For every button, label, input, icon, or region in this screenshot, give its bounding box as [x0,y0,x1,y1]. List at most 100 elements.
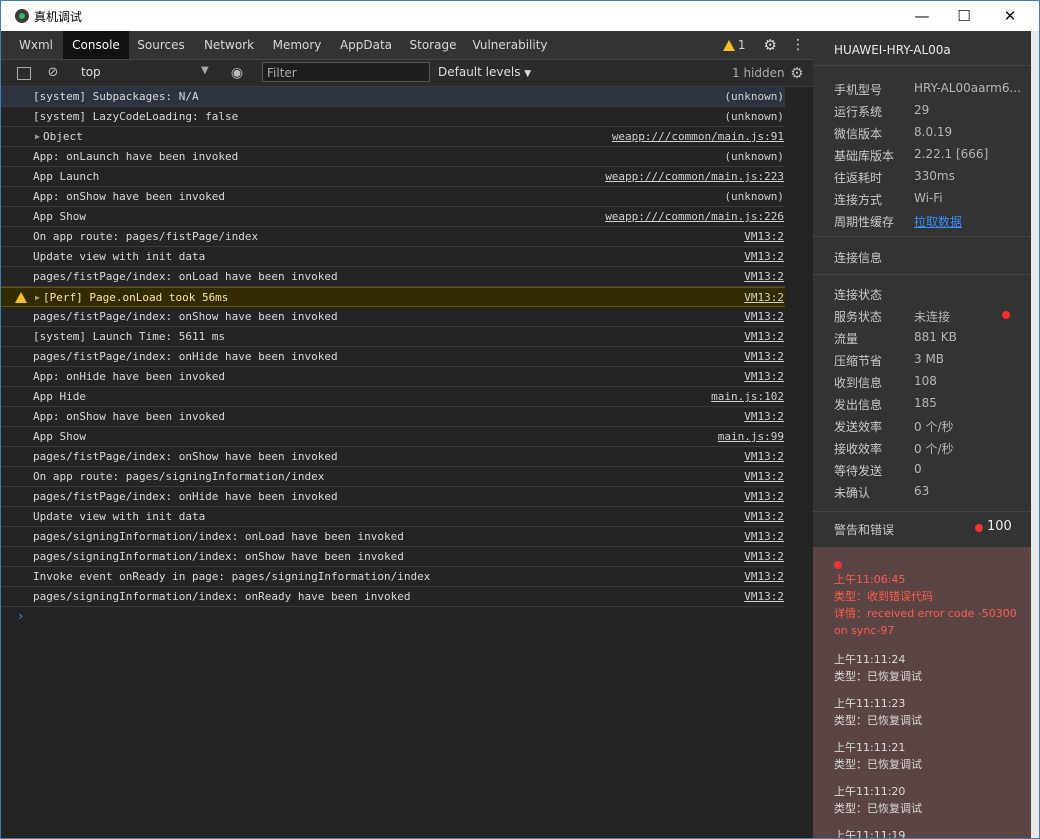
clear-console-icon[interactable]: ⊘ [45,65,61,81]
console-scrollbar[interactable] [785,87,813,838]
warning-count[interactable]: 1 [738,38,746,52]
console-row[interactable]: App Show main.js:99 [1,427,785,447]
levels-dropdown[interactable]: Default levels ▼ [438,65,531,79]
info-value: 881 KB [914,330,957,344]
console-source-link[interactable]: VM13:2 [744,227,784,246]
console-row[interactable]: App: onShow have been invoked (unknown) [1,187,785,207]
context-select[interactable]: top [81,65,101,79]
console-row[interactable]: App Show weapp:///common/main.js:226 [1,207,785,227]
console-source-link[interactable]: main.js:102 [711,387,784,406]
warning-icon [15,292,27,303]
minimize-button[interactable]: — [899,1,945,31]
console-source-link[interactable]: VM13:2 [744,507,784,526]
console-row[interactable]: [system] LazyCodeLoading: false (unknown) [1,107,785,127]
error-log-time: 上午11:11:19 [834,829,906,838]
console-row[interactable]: pages/fistPage/index: onShow have been i… [1,307,785,327]
maximize-button[interactable]: ☐ [941,1,987,31]
title-bar: 真机调试 — ☐ ✕ [1,1,1039,31]
hidden-count: 1 hidden [732,66,785,80]
console-source-link[interactable]: VM13:2 [744,587,784,606]
console-source-link[interactable]: VM13:2 [744,407,784,426]
console-row[interactable]: On app route: pages/signingInformation/i… [1,467,785,487]
console-source-link[interactable]: main.js:99 [718,427,784,446]
console-source-link[interactable]: weapp:///common/main.js:223 [605,167,784,186]
console-source-link[interactable]: VM13:2 [744,447,784,466]
gear-icon[interactable]: ⚙ [764,36,777,54]
console-message: [system] LazyCodeLoading: false [33,110,239,123]
tab-wxml[interactable]: Wxml [11,31,61,59]
console-row[interactable]: pages/fistPage/index: onLoad have been i… [1,267,785,287]
close-button[interactable]: ✕ [987,1,1033,31]
console-row[interactable]: pages/signingInformation/index: onLoad h… [1,527,785,547]
console-source-link[interactable]: VM13:2 [744,327,784,346]
console-source-link[interactable]: weapp:///common/main.js:226 [605,207,784,226]
console-source-link[interactable]: VM13:2 [744,467,784,486]
console-source-link[interactable]: VM13:2 [744,567,784,586]
expand-triangle-icon[interactable]: ▶ [35,288,40,307]
console-source-link[interactable]: VM13:2 [744,288,784,307]
tab-console[interactable]: Console [63,31,129,59]
devtools-panel: Wxml Console Sources Network Memory AppD… [1,31,813,838]
console-source-link[interactable]: weapp:///common/main.js:91 [612,127,784,146]
console-row[interactable]: pages/signingInformation/index: onReady … [1,587,785,607]
console-prompt[interactable]: › [17,609,24,623]
console-source-link[interactable]: VM13:2 [744,307,784,326]
more-menu-icon[interactable]: ⋮ [791,37,805,53]
warning-icon[interactable] [722,39,735,51]
console-message: App Show [33,210,86,223]
console-message: pages/fistPage/index: onHide have been i… [33,350,338,363]
console-row[interactable]: App Launch weapp:///common/main.js:223 [1,167,785,187]
console-source-link[interactable]: VM13:2 [744,347,784,366]
console-source-link[interactable]: VM13:2 [744,527,784,546]
console-message: pages/signingInformation/index: onReady … [33,590,411,603]
console-source-link: (unknown) [724,150,784,163]
tab-sources[interactable]: Sources [131,31,191,59]
console-row[interactable]: App: onShow have been invoked VM13:2 [1,407,785,427]
console-row[interactable]: [system] Subpackages: N/A (unknown) [1,87,785,107]
console-source-link[interactable]: VM13:2 [744,487,784,506]
console-row[interactable]: [system] Launch Time: 5611 ms VM13:2 [1,327,785,347]
console-source-link[interactable]: VM13:2 [744,247,784,266]
tab-network[interactable]: Network [197,31,261,59]
tab-appdata[interactable]: AppData [333,31,399,59]
console-message: pages/signingInformation/index: onLoad h… [33,530,404,543]
sidebar-toggle-icon[interactable] [17,67,31,80]
fetch-data-link[interactable]: 拉取数据 [914,213,962,230]
info-value: 0 [914,462,922,476]
console-row[interactable]: pages/signingInformation/index: onShow h… [1,547,785,567]
devtools-tabs: Wxml Console Sources Network Memory AppD… [1,31,813,60]
tab-vulnerability[interactable]: Vulnerability [469,31,551,59]
error-log-type: 类型：已恢复调试 [834,670,922,683]
console-row[interactable]: App: onLaunch have been invoked (unknown) [1,147,785,167]
console-row[interactable]: Invoke event onReady in page: pages/sign… [1,567,785,587]
filter-input[interactable]: Filter [262,62,430,82]
app-window: 真机调试 — ☐ ✕ Wxml Console Sources Network … [0,0,1040,839]
console-row[interactable]: On app route: pages/fistPage/index VM13:2 [1,227,785,247]
console-row[interactable]: ▶ Object weapp:///common/main.js:91 [1,127,785,147]
console-source-link[interactable]: VM13:2 [744,267,784,286]
expand-triangle-icon[interactable]: ▶ [35,127,40,146]
console-source-link[interactable]: VM13:2 [744,367,784,386]
console-row[interactable]: Update view with init data VM13:2 [1,247,785,267]
eye-icon[interactable]: ◉ [229,65,245,81]
console-message: pages/fistPage/index: onLoad have been i… [33,270,338,283]
chevron-down-icon[interactable]: ▼ [201,65,209,76]
console-row[interactable]: Update view with init data VM13:2 [1,507,785,527]
tab-memory[interactable]: Memory [267,31,327,59]
panel-scrollbar[interactable] [1031,31,1039,838]
console-message: On app route: pages/signingInformation/i… [33,470,325,483]
console-row[interactable]: pages/fistPage/index: onShow have been i… [1,447,785,467]
console-row[interactable]: App: onHide have been invoked VM13:2 [1,367,785,387]
console-message: pages/signingInformation/index: onShow h… [33,550,404,563]
console-row[interactable]: App Hide main.js:102 [1,387,785,407]
console-settings-gear-icon[interactable]: ⚙ [789,65,805,81]
chevron-down-icon: ▼ [524,69,532,79]
tab-storage[interactable]: Storage [405,31,461,59]
error-log-time: 上午11:11:23 [834,697,906,710]
console-row[interactable]: ▶ [Perf] Page.onLoad took 56ms VM13:2 [1,287,785,307]
console-row[interactable]: pages/fistPage/index: onHide have been i… [1,347,785,367]
status-offline-dot [1002,311,1010,319]
console-row[interactable]: pages/fistPage/index: onHide have been i… [1,487,785,507]
info-key: 等待发送 [834,464,883,478]
console-source-link[interactable]: VM13:2 [744,547,784,566]
